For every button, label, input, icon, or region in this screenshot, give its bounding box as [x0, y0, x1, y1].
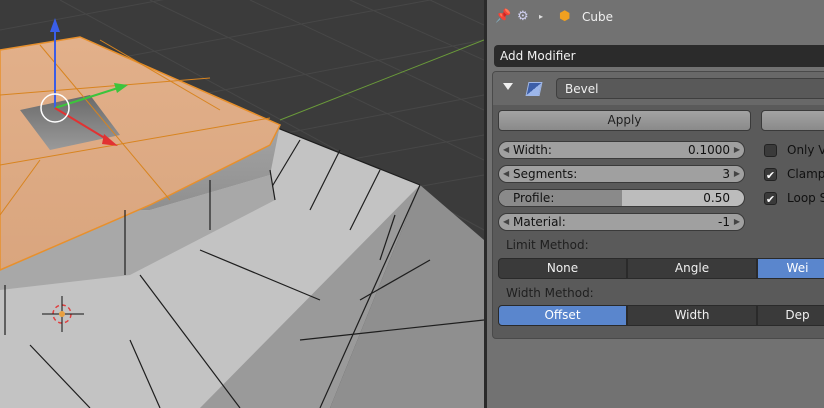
- profile-label: Profile:: [513, 191, 555, 205]
- limit-method-label: Limit Method:: [506, 238, 589, 252]
- clamp-overlap-label: Clamp: [787, 167, 824, 181]
- 3d-viewport[interactable]: [0, 0, 484, 408]
- viewport-scene: [0, 0, 484, 408]
- width-offset-option[interactable]: Offset: [498, 305, 627, 326]
- scene-icon[interactable]: ⚙: [517, 9, 529, 25]
- increment-arrow-icon[interactable]: ▶: [734, 166, 740, 182]
- width-value: 0.1000: [688, 143, 730, 157]
- apply-button[interactable]: Apply: [498, 110, 751, 131]
- modifier-name-field[interactable]: Bevel: [556, 78, 824, 99]
- copy-button[interactable]: [761, 110, 824, 131]
- increment-arrow-icon[interactable]: ▶: [734, 214, 740, 230]
- decrement-arrow-icon[interactable]: ◀: [503, 214, 509, 230]
- limit-angle-option[interactable]: Angle: [627, 258, 757, 279]
- profile-slider[interactable]: Profile: 0.50: [498, 189, 745, 207]
- material-label: Material:: [513, 215, 566, 229]
- material-field[interactable]: ◀ Material: -1 ▶: [498, 213, 745, 231]
- collapse-triangle-icon[interactable]: [503, 83, 513, 90]
- width-field[interactable]: ◀ Width: 0.1000 ▶: [498, 141, 745, 159]
- loop-slide-label: Loop S: [787, 191, 824, 205]
- width-method-label: Width Method:: [506, 286, 594, 300]
- width-method-selector: Offset Width Dep: [498, 305, 824, 326]
- profile-value: 0.50: [703, 191, 730, 205]
- chevron-right-icon: ▸: [539, 12, 544, 21]
- object-name: Cube: [582, 10, 613, 24]
- segments-value: 3: [722, 167, 730, 181]
- width-width-option[interactable]: Width: [627, 305, 757, 326]
- bevel-modifier-panel: Bevel Apply ◀ Width: 0.1000 ▶ ◀ Segments…: [492, 71, 824, 339]
- width-depth-option[interactable]: Dep: [757, 305, 824, 326]
- properties-header: 📌 ⚙ ▸ ⬢ Cube: [487, 0, 824, 36]
- decrement-arrow-icon[interactable]: ◀: [503, 166, 509, 182]
- cube-object-icon: ⬢: [559, 9, 571, 24]
- clamp-overlap-checkbox[interactable]: ✔: [764, 168, 777, 182]
- bevel-modifier-icon: [525, 82, 543, 96]
- width-label: Width:: [513, 143, 552, 157]
- decrement-arrow-icon[interactable]: ◀: [503, 142, 509, 158]
- only-vertices-checkbox[interactable]: [764, 144, 777, 157]
- limit-weight-option[interactable]: Wei: [757, 258, 824, 279]
- limit-method-selector: None Angle Wei: [498, 258, 824, 279]
- modifier-header: Bevel: [493, 72, 824, 105]
- pin-icon[interactable]: 📌: [495, 9, 511, 25]
- properties-panel: 📌 ⚙ ▸ ⬢ Cube Add Modifier Bevel Apply ◀ …: [487, 0, 824, 408]
- grid-axis-line: [279, 39, 484, 121]
- segments-field[interactable]: ◀ Segments: 3 ▶: [498, 165, 745, 183]
- add-modifier-dropdown[interactable]: Add Modifier: [494, 45, 824, 67]
- increment-arrow-icon[interactable]: ▶: [734, 142, 740, 158]
- segments-label: Segments:: [513, 167, 578, 181]
- only-vertices-label: Only V: [787, 143, 824, 157]
- loop-slide-checkbox[interactable]: ✔: [764, 192, 777, 206]
- material-value: -1: [718, 215, 730, 229]
- limit-none-option[interactable]: None: [498, 258, 627, 279]
